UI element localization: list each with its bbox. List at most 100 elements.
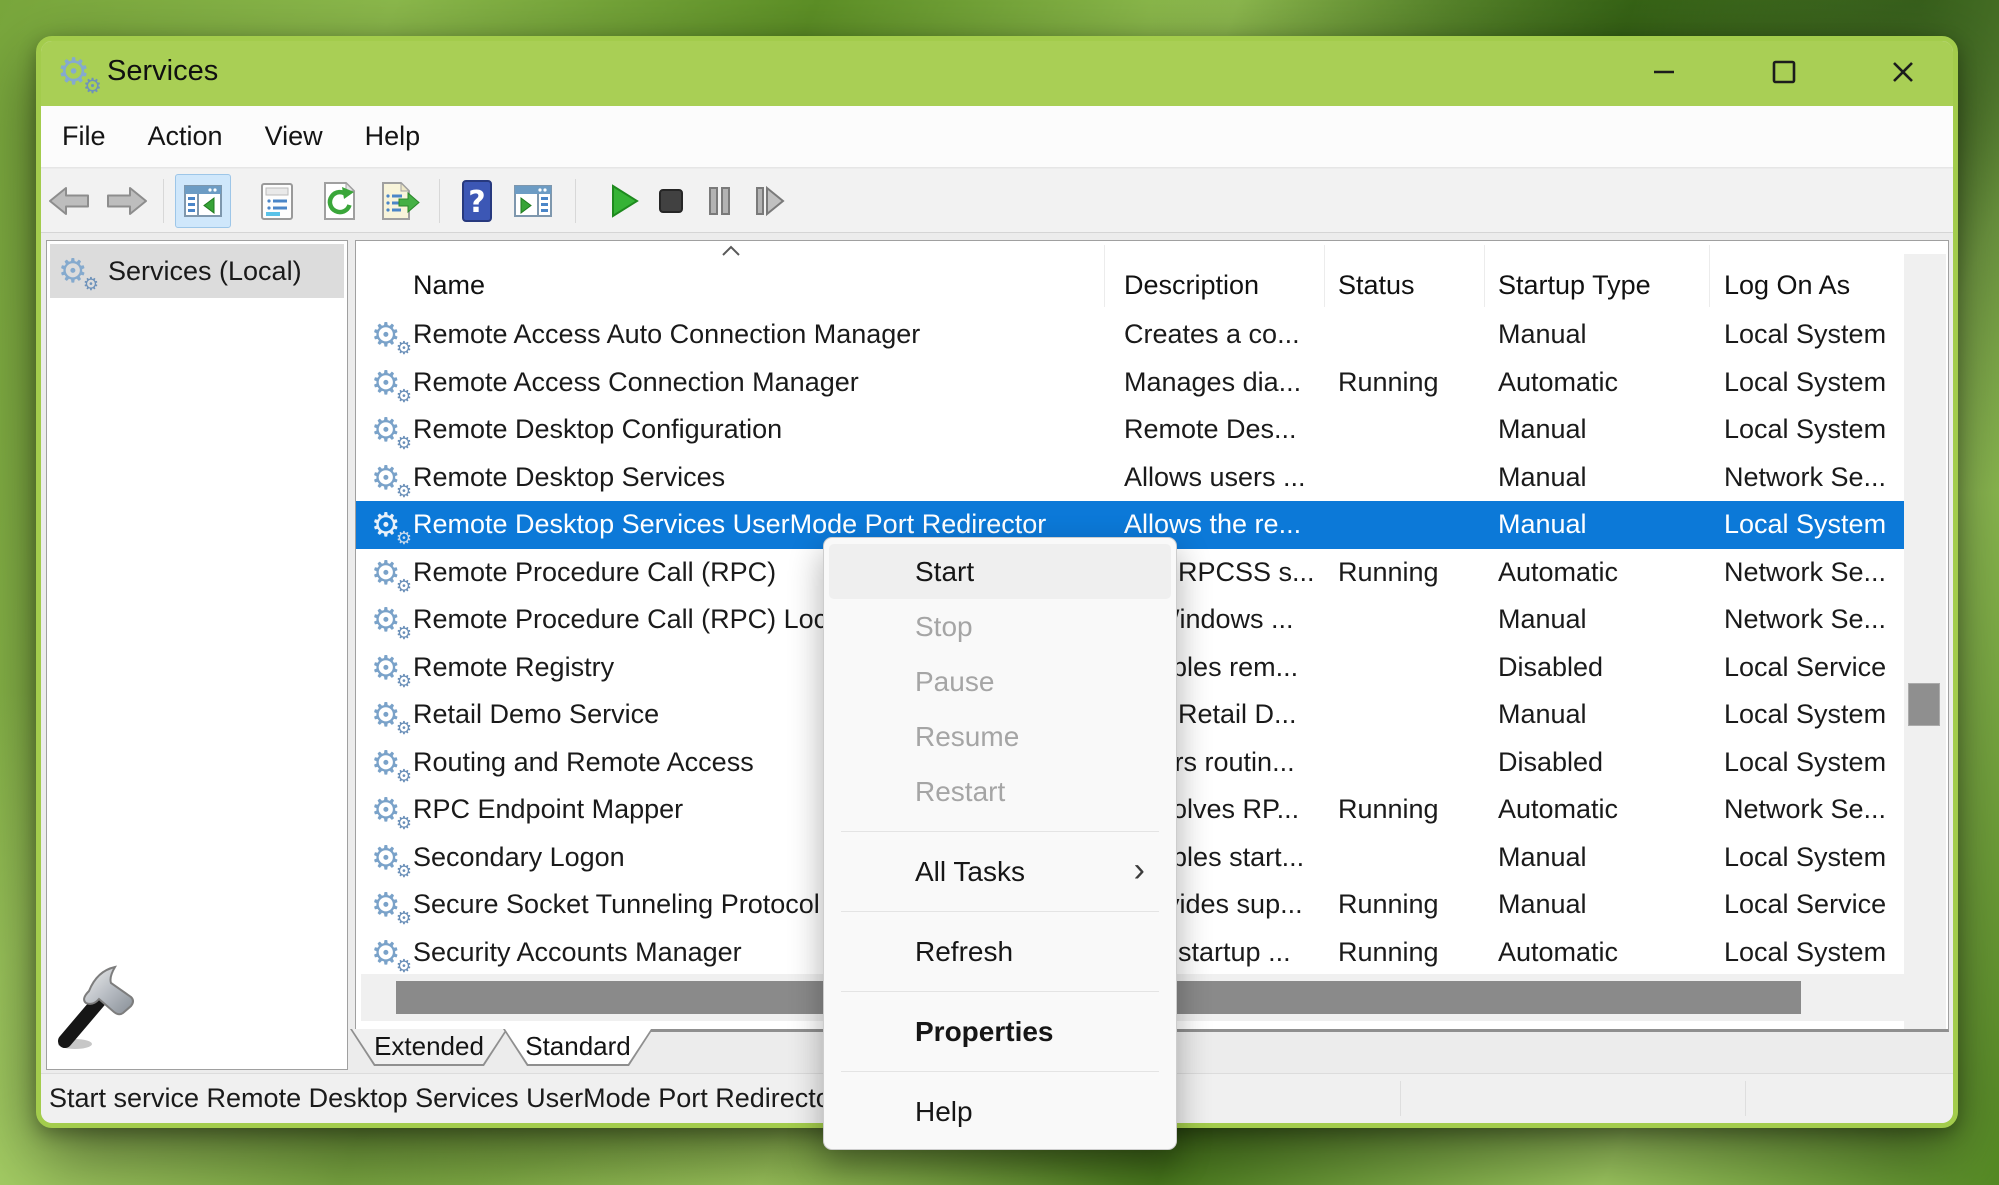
- service-status: Running: [1338, 786, 1439, 834]
- minimize-button[interactable]: [1642, 50, 1686, 94]
- service-gear-icon: ⚙⚙: [371, 935, 407, 971]
- context-menu-item-start[interactable]: Start: [829, 544, 1171, 599]
- tab-extended[interactable]: Extended: [350, 1029, 508, 1066]
- service-name: Routing and Remote Access: [413, 739, 754, 787]
- show-console-tree-icon[interactable]: [175, 174, 231, 228]
- toolbar-separator: [575, 179, 576, 223]
- column-divider[interactable]: [1484, 245, 1485, 307]
- service-gear-icon: ⚙⚙: [371, 317, 407, 353]
- properties-icon[interactable]: [255, 179, 299, 223]
- sidebar-item-services-local[interactable]: ⚙⚙ Services (Local): [50, 244, 344, 298]
- menu-item-file[interactable]: File: [62, 121, 106, 152]
- maximize-button[interactable]: [1762, 50, 1806, 94]
- desktop-background: { "window": { "title": "Services", "cont…: [0, 0, 1999, 1185]
- context-menu-label: Properties: [915, 1016, 1054, 1047]
- service-log-on-as: Local System: [1724, 929, 1886, 977]
- context-menu-item-pause: Pause: [829, 654, 1171, 709]
- help-icon[interactable]: ?: [455, 179, 499, 223]
- status-bar-divider: [1400, 1081, 1401, 1116]
- service-startup-type: Manual: [1498, 501, 1587, 549]
- service-status: Running: [1338, 929, 1439, 977]
- service-startup-type: Automatic: [1498, 786, 1618, 834]
- tab-standard[interactable]: Standard: [503, 1029, 653, 1066]
- service-row-remote-access-connection-manager[interactable]: ⚙⚙Remote Access Connection ManagerManage…: [356, 359, 1904, 407]
- service-startup-type: Manual: [1498, 406, 1587, 454]
- service-log-on-as: Local System: [1724, 501, 1886, 549]
- menu-item-action[interactable]: Action: [148, 121, 223, 152]
- forward-icon[interactable]: [105, 179, 149, 223]
- menu-bar: File Action View Help: [41, 106, 1953, 168]
- service-startup-type: Automatic: [1498, 549, 1618, 597]
- stop-service-icon[interactable]: [649, 179, 693, 223]
- console-tree-panel: ⚙⚙ Services (Local): [46, 240, 348, 1070]
- context-menu-label: Pause: [915, 666, 994, 697]
- toolbar: ?: [41, 169, 1953, 233]
- service-gear-icon: ⚙⚙: [371, 460, 407, 496]
- service-status: Running: [1338, 881, 1439, 929]
- context-menu-item-stop: Stop: [829, 599, 1171, 654]
- close-button[interactable]: [1881, 50, 1925, 94]
- context-menu-item-refresh[interactable]: Refresh: [829, 924, 1171, 979]
- service-gear-icon: ⚙⚙: [371, 792, 407, 828]
- service-name: Remote Procedure Call (RPC): [413, 549, 776, 597]
- service-name: Remote Registry: [413, 644, 614, 692]
- pause-service-icon[interactable]: [697, 179, 741, 223]
- column-header-log-on-as[interactable]: Log On As: [1724, 270, 1850, 301]
- context-menu-label: Refresh: [915, 936, 1013, 967]
- service-name: Retail Demo Service: [413, 691, 659, 739]
- restart-service-icon[interactable]: [745, 179, 789, 223]
- service-gear-icon: ⚙⚙: [371, 602, 407, 638]
- service-startup-type: Manual: [1498, 881, 1587, 929]
- context-menu-item-properties[interactable]: Properties: [829, 1004, 1171, 1059]
- column-header-status[interactable]: Status: [1338, 270, 1415, 301]
- vertical-scrollbar-thumb[interactable]: [1908, 683, 1940, 726]
- column-header-name[interactable]: Name: [413, 270, 485, 301]
- status-bar-divider: [1745, 1081, 1746, 1116]
- services-node-icon: ⚙⚙: [58, 253, 94, 289]
- vertical-scrollbar[interactable]: [1904, 254, 1946, 1029]
- service-log-on-as: Network Se...: [1724, 549, 1886, 597]
- sidebar-item-label: Services (Local): [108, 256, 302, 287]
- back-icon[interactable]: [47, 179, 91, 223]
- submenu-arrow-icon: ›: [1134, 843, 1145, 898]
- column-header-description[interactable]: Description: [1124, 270, 1259, 301]
- tab-label: Extended: [350, 1029, 508, 1066]
- start-service-icon[interactable]: [601, 179, 645, 223]
- service-log-on-as: Local System: [1724, 739, 1886, 787]
- service-log-on-as: Local System: [1724, 834, 1886, 882]
- service-row-remote-desktop-services[interactable]: ⚙⚙Remote Desktop ServicesAllows users ..…: [356, 454, 1904, 502]
- service-gear-icon: ⚙⚙: [371, 887, 407, 923]
- service-startup-type: Automatic: [1498, 359, 1618, 407]
- service-log-on-as: Network Se...: [1724, 454, 1886, 502]
- refresh-icon[interactable]: [317, 179, 361, 223]
- service-gear-icon: ⚙⚙: [371, 745, 407, 781]
- export-list-icon[interactable]: [377, 179, 421, 223]
- service-status: Running: [1338, 359, 1439, 407]
- service-name: Remote Access Auto Connection Manager: [413, 311, 920, 359]
- status-text: Start service Remote Desktop Services Us…: [49, 1074, 840, 1122]
- column-divider[interactable]: [1104, 245, 1105, 307]
- tab-label: Standard: [503, 1029, 653, 1066]
- title-bar[interactable]: ⚙⚙ Services: [41, 41, 1953, 106]
- menu-item-view[interactable]: View: [265, 121, 323, 152]
- service-description: Allows users ...: [1124, 454, 1306, 502]
- service-startup-type: Manual: [1498, 691, 1587, 739]
- service-log-on-as: Local Service: [1724, 881, 1886, 929]
- service-row-remote-desktop-configuration[interactable]: ⚙⚙Remote Desktop ConfigurationRemote Des…: [356, 406, 1904, 454]
- service-row-remote-access-auto-connection-manager[interactable]: ⚙⚙Remote Access Auto Connection ManagerC…: [356, 311, 1904, 359]
- service-name: RPC Endpoint Mapper: [413, 786, 683, 834]
- column-header-startup-type[interactable]: Startup Type: [1498, 270, 1651, 301]
- column-divider[interactable]: [1324, 245, 1325, 307]
- context-menu: StartStopPauseResumeRestartAll Tasks›Ref…: [823, 537, 1177, 1150]
- context-menu-label: Start: [915, 556, 974, 587]
- service-name: Security Accounts Manager: [413, 929, 742, 977]
- service-status: Running: [1338, 549, 1439, 597]
- context-menu-item-all-tasks[interactable]: All Tasks›: [829, 844, 1171, 899]
- service-log-on-as: Network Se...: [1724, 786, 1886, 834]
- menu-item-help[interactable]: Help: [365, 121, 421, 152]
- context-menu-item-help[interactable]: Help: [829, 1084, 1171, 1139]
- column-divider[interactable]: [1709, 245, 1710, 307]
- show-action-pane-icon[interactable]: [511, 179, 555, 223]
- context-menu-label: Restart: [915, 776, 1005, 807]
- service-log-on-as: Local System: [1724, 359, 1886, 407]
